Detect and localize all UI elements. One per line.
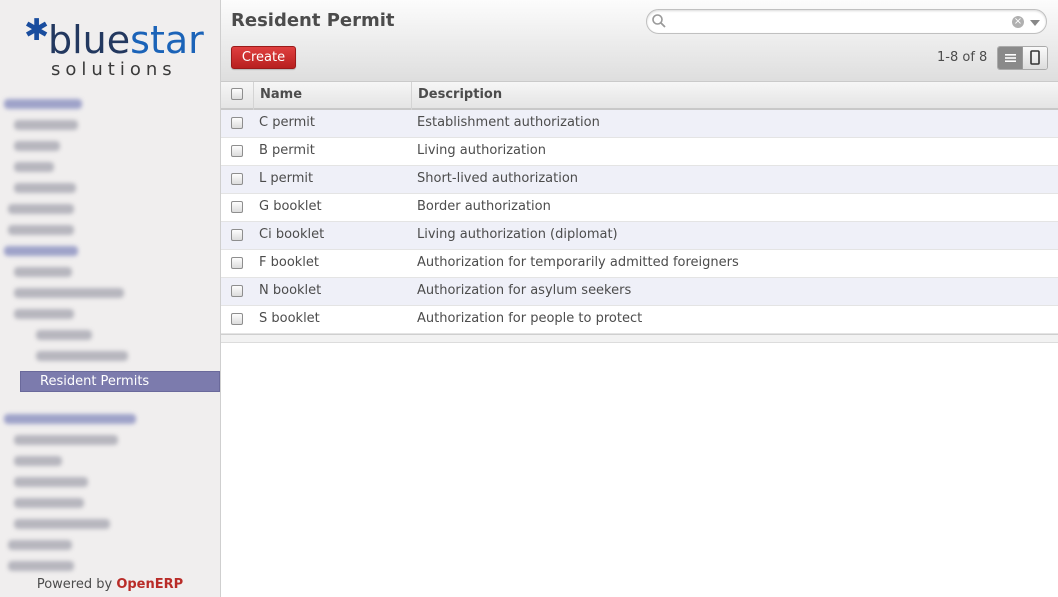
row-name: B permit [259,143,315,158]
row-name: C permit [259,115,315,130]
row-checkbox[interactable] [231,173,243,185]
row-description: Short-lived authorization [417,171,579,186]
sidebar-item-resident-permits[interactable]: Resident Permits [20,371,220,392]
table-row[interactable]: N booklet Authorization for asylum seeke… [221,278,1058,306]
sidebar-item[interactable] [0,451,220,472]
row-name: F booklet [259,255,320,270]
table-row[interactable]: C permit Establishment authorization [221,110,1058,138]
sidebar-menu [0,94,220,367]
row-description: Establishment authorization [417,115,600,130]
sidebar-item[interactable] [0,514,220,535]
form-view-button[interactable] [1023,47,1047,69]
powered-by: Powered by OpenERP [36,577,184,592]
row-checkbox[interactable] [231,313,243,325]
table-row[interactable]: G booklet Border authorization [221,194,1058,222]
row-name: N booklet [259,283,322,298]
sidebar-item[interactable] [0,262,220,283]
sidebar-item[interactable] [0,178,220,199]
create-button[interactable]: Create [231,46,296,69]
openerp-link[interactable]: OpenERP [116,577,183,592]
row-checkbox[interactable] [231,201,243,213]
row-name: Ci booklet [259,227,325,242]
row-name: L permit [259,171,314,186]
row-description: Authorization for people to protect [417,311,643,326]
sidebar-item[interactable] [0,115,220,136]
sidebar-item[interactable] [0,493,220,514]
logo-subtitle: solutions [51,59,177,80]
column-header-name[interactable]: Name [253,82,411,110]
sidebar-item[interactable] [0,220,220,241]
table-row[interactable]: Ci booklet Living authorization (diploma… [221,222,1058,250]
row-description: Living authorization (diplomat) [417,227,618,242]
pager-value[interactable]: 1-8 of 8 [937,50,987,65]
sidebar-subitem[interactable] [0,346,220,367]
table-row[interactable]: B permit Living authorization [221,138,1058,166]
sidebar-item[interactable] [0,136,220,157]
sidebar-item[interactable] [0,430,220,451]
table-row[interactable]: F booklet Authorization for temporarily … [221,250,1058,278]
search-dropdown-icon[interactable] [1030,20,1040,26]
row-description: Living authorization [417,143,546,158]
view-header: Resident Permit × Create 1-8 of 8 [221,0,1058,82]
sidebar-section-header[interactable] [0,409,220,430]
company-logo[interactable]: ✱ bluestar solutions [24,13,204,81]
table-header: Name Description [221,82,1058,110]
sidebar: ✱ bluestar solutions Resident Permits Po… [0,0,221,597]
row-description: Border authorization [417,199,551,214]
row-checkbox[interactable] [231,257,243,269]
row-description: Authorization for temporarily admitted f… [417,255,739,270]
row-checkbox[interactable] [231,117,243,129]
list-view-button[interactable] [998,47,1023,69]
table-footer [221,334,1058,343]
page-title: Resident Permit [231,10,395,31]
sidebar-subitem[interactable] [0,325,220,346]
star-icon: ✱ [24,13,50,48]
sidebar-item[interactable] [0,304,220,325]
row-name: G booklet [259,199,322,214]
main-content: Resident Permit × Create 1-8 of 8 Name D… [221,0,1058,597]
clear-search-icon[interactable]: × [1012,16,1024,28]
view-switcher [997,46,1048,70]
sidebar-menu-lower [0,409,220,577]
row-checkbox[interactable] [231,285,243,297]
select-all-checkbox[interactable] [231,88,243,100]
search-icon [652,14,666,28]
sidebar-item[interactable] [0,472,220,493]
search-bar[interactable]: × [646,9,1047,34]
list-icon [1005,54,1016,62]
table-row[interactable]: L permit Short-lived authorization [221,166,1058,194]
row-checkbox[interactable] [231,229,243,241]
search-input[interactable] [669,13,1009,30]
logo-word-blue: blue [48,18,131,62]
sidebar-section-header[interactable] [0,241,220,262]
sidebar-item[interactable] [0,199,220,220]
sidebar-item[interactable] [0,157,220,178]
sidebar-section-header[interactable] [0,94,220,115]
column-header-description[interactable]: Description [411,82,1058,110]
row-name: S booklet [259,311,320,326]
sidebar-item[interactable] [0,535,220,556]
table-row[interactable]: S booklet Authorization for people to pr… [221,306,1058,334]
row-description: Authorization for asylum seekers [417,283,632,298]
sidebar-item[interactable] [0,283,220,304]
logo-word-star: star [130,18,204,62]
sidebar-item[interactable] [0,556,220,577]
row-checkbox[interactable] [231,145,243,157]
table-body: C permit Establishment authorization B p… [221,110,1058,334]
form-icon [1030,50,1040,65]
